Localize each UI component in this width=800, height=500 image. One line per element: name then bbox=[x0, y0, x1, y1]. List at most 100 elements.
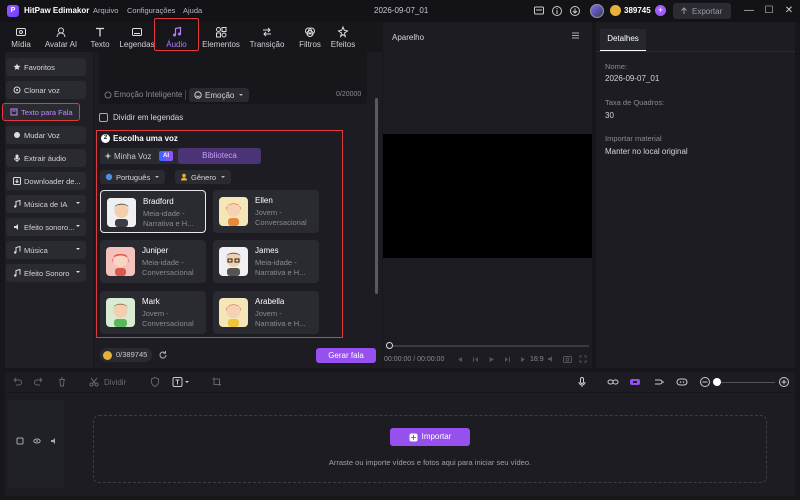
tab-captions[interactable]: Legendas bbox=[117, 22, 157, 52]
menu-settings[interactable]: Configurações bbox=[127, 6, 175, 15]
tab-elements[interactable]: Elementos bbox=[201, 22, 241, 52]
chevron-down-icon[interactable] bbox=[75, 269, 81, 275]
track-icon[interactable] bbox=[653, 376, 665, 388]
delete-icon[interactable] bbox=[56, 376, 68, 388]
tab-transition[interactable]: Transição bbox=[247, 22, 287, 52]
tab-my-voice[interactable]: Minha Voz bbox=[104, 148, 151, 164]
emotion-select[interactable]: Emoção bbox=[189, 88, 250, 102]
step-forward-icon[interactable] bbox=[504, 356, 511, 363]
shield-icon[interactable] bbox=[149, 376, 161, 388]
split-icon[interactable] bbox=[88, 376, 100, 388]
aspect-ratio[interactable]: 16:9 bbox=[530, 356, 544, 363]
sidebar-item-change-voice[interactable]: Mudar Voz bbox=[6, 126, 86, 144]
eye-icon[interactable] bbox=[33, 437, 41, 445]
chevron-down-icon[interactable] bbox=[75, 223, 81, 229]
snapshot-icon[interactable] bbox=[563, 355, 572, 363]
microphone-icon[interactable] bbox=[576, 376, 588, 388]
undo-icon[interactable] bbox=[11, 376, 23, 388]
text-tool-icon[interactable] bbox=[172, 376, 192, 388]
prev-frame-icon[interactable] bbox=[456, 356, 463, 363]
voice-name: Arabella bbox=[255, 297, 285, 306]
download-icon[interactable] bbox=[569, 5, 581, 17]
ai-tool-icon[interactable] bbox=[676, 376, 688, 388]
export-label: Exportar bbox=[692, 6, 723, 16]
smart-emotion-toggle[interactable]: Emoção Inteligente bbox=[104, 90, 183, 99]
voice-name: Ellen bbox=[255, 196, 273, 205]
chevron-down-icon[interactable] bbox=[75, 200, 81, 206]
sidebar-item-clone-voice[interactable]: Clonar voz bbox=[6, 81, 86, 99]
minimize-button[interactable]: — bbox=[742, 4, 756, 18]
tab-media[interactable]: Mídia bbox=[5, 22, 37, 52]
import-material-label: Importar material bbox=[605, 134, 662, 143]
video-preview[interactable] bbox=[383, 134, 592, 258]
add-coins-button[interactable]: + bbox=[655, 5, 666, 16]
zoom-in-icon[interactable] bbox=[778, 376, 790, 388]
chevron-down-icon bbox=[154, 174, 160, 180]
zoom-out-icon[interactable] bbox=[699, 376, 711, 388]
tab-effects[interactable]: Efeitos bbox=[327, 22, 359, 52]
generate-speech-button[interactable]: Gerar fala bbox=[316, 348, 376, 363]
tab-text[interactable]: Texto bbox=[85, 22, 115, 52]
panel-scrollbar[interactable] bbox=[375, 98, 378, 294]
tab-filters[interactable]: Filtros bbox=[293, 22, 327, 52]
feedback-icon[interactable] bbox=[533, 5, 545, 17]
sidebar-item-music[interactable]: Música bbox=[6, 241, 86, 259]
crop-icon[interactable] bbox=[211, 376, 223, 388]
tab-avatar-ai[interactable]: Avatar AI bbox=[39, 22, 83, 52]
voice-card-mark[interactable]: Mark Jovem - Conversacional bbox=[100, 291, 206, 334]
voice-desc-1: Meia-idade - bbox=[142, 258, 184, 267]
sidebar-item-downloader[interactable]: Downloader de... bbox=[6, 172, 86, 190]
voice-card-juniper[interactable]: Juniper Meia-idade - Conversacional bbox=[100, 240, 206, 283]
tab-audio[interactable]: Áudio bbox=[154, 18, 199, 51]
speaker-icon[interactable] bbox=[50, 437, 58, 445]
player-title: Aparelho bbox=[392, 33, 425, 42]
menu-icon[interactable] bbox=[571, 31, 580, 40]
link-icon[interactable] bbox=[607, 376, 619, 388]
elements-icon bbox=[201, 25, 241, 39]
step-back-icon[interactable] bbox=[472, 356, 479, 363]
voice-card-bradford[interactable]: Bradford Meia-idade - Narrativa e H... bbox=[100, 190, 206, 233]
tab-library[interactable]: Biblioteca bbox=[178, 148, 261, 164]
smile-icon bbox=[194, 91, 202, 99]
zoom-slider[interactable] bbox=[715, 382, 775, 383]
ai-music-icon bbox=[12, 200, 22, 208]
menu-help[interactable]: Ajuda bbox=[183, 6, 202, 15]
zoom-handle[interactable] bbox=[713, 378, 721, 386]
media-drop-zone[interactable] bbox=[93, 415, 767, 483]
sidebar-item-ai-music[interactable]: Música de IA bbox=[6, 195, 86, 213]
split-label[interactable]: Dividir bbox=[104, 378, 126, 387]
magnet-icon[interactable] bbox=[629, 376, 641, 388]
fullscreen-icon[interactable] bbox=[579, 355, 587, 363]
split-subtitles-checkbox[interactable] bbox=[99, 113, 108, 122]
redo-icon[interactable] bbox=[33, 376, 45, 388]
volume-icon[interactable] bbox=[547, 355, 555, 363]
sidebar-item-sound-fx-group[interactable]: Efeito sonoro... bbox=[6, 218, 86, 236]
refresh-icon[interactable] bbox=[158, 350, 168, 360]
next-frame-icon[interactable] bbox=[520, 356, 527, 363]
voice-card-arabella[interactable]: Arabella Jovem - Narrativa e H... bbox=[213, 291, 319, 334]
my-voice-label: Minha Voz bbox=[114, 151, 152, 161]
video-track-icon[interactable] bbox=[16, 437, 24, 445]
import-button[interactable]: Importar bbox=[390, 428, 470, 446]
gender-filter[interactable]: Gênero bbox=[175, 170, 232, 184]
export-button[interactable]: Exportar bbox=[673, 3, 731, 19]
tab-label: Mídia bbox=[11, 40, 31, 49]
sidebar-item-sound-effect[interactable]: Efeito Sonoro bbox=[6, 264, 86, 282]
play-icon[interactable] bbox=[488, 356, 495, 363]
sidebar-item-text-to-speech[interactable]: Texto para Fala bbox=[2, 103, 80, 121]
voice-card-james[interactable]: James Meia-idade - Narrativa e H... bbox=[213, 240, 319, 283]
playback-progress[interactable] bbox=[386, 345, 589, 347]
close-button[interactable]: ✕ bbox=[782, 4, 796, 18]
chevron-down-icon[interactable] bbox=[75, 246, 81, 252]
sidebar-item-extract-audio[interactable]: Extrair áudio bbox=[6, 149, 86, 167]
progress-handle[interactable] bbox=[386, 342, 393, 349]
sidebar-item-favorites[interactable]: Favoritos bbox=[6, 58, 86, 76]
voice-card-ellen[interactable]: Ellen Jovem - Conversacional bbox=[213, 190, 319, 233]
menu-file[interactable]: Arquivo bbox=[93, 6, 118, 15]
maximize-button[interactable]: ☐ bbox=[762, 4, 776, 18]
avatar[interactable] bbox=[590, 4, 604, 18]
language-filter[interactable]: Português bbox=[100, 170, 166, 184]
tab-details[interactable]: Detalhes bbox=[600, 29, 646, 51]
sparkle-icon bbox=[104, 152, 112, 160]
info-icon[interactable] bbox=[551, 5, 563, 17]
